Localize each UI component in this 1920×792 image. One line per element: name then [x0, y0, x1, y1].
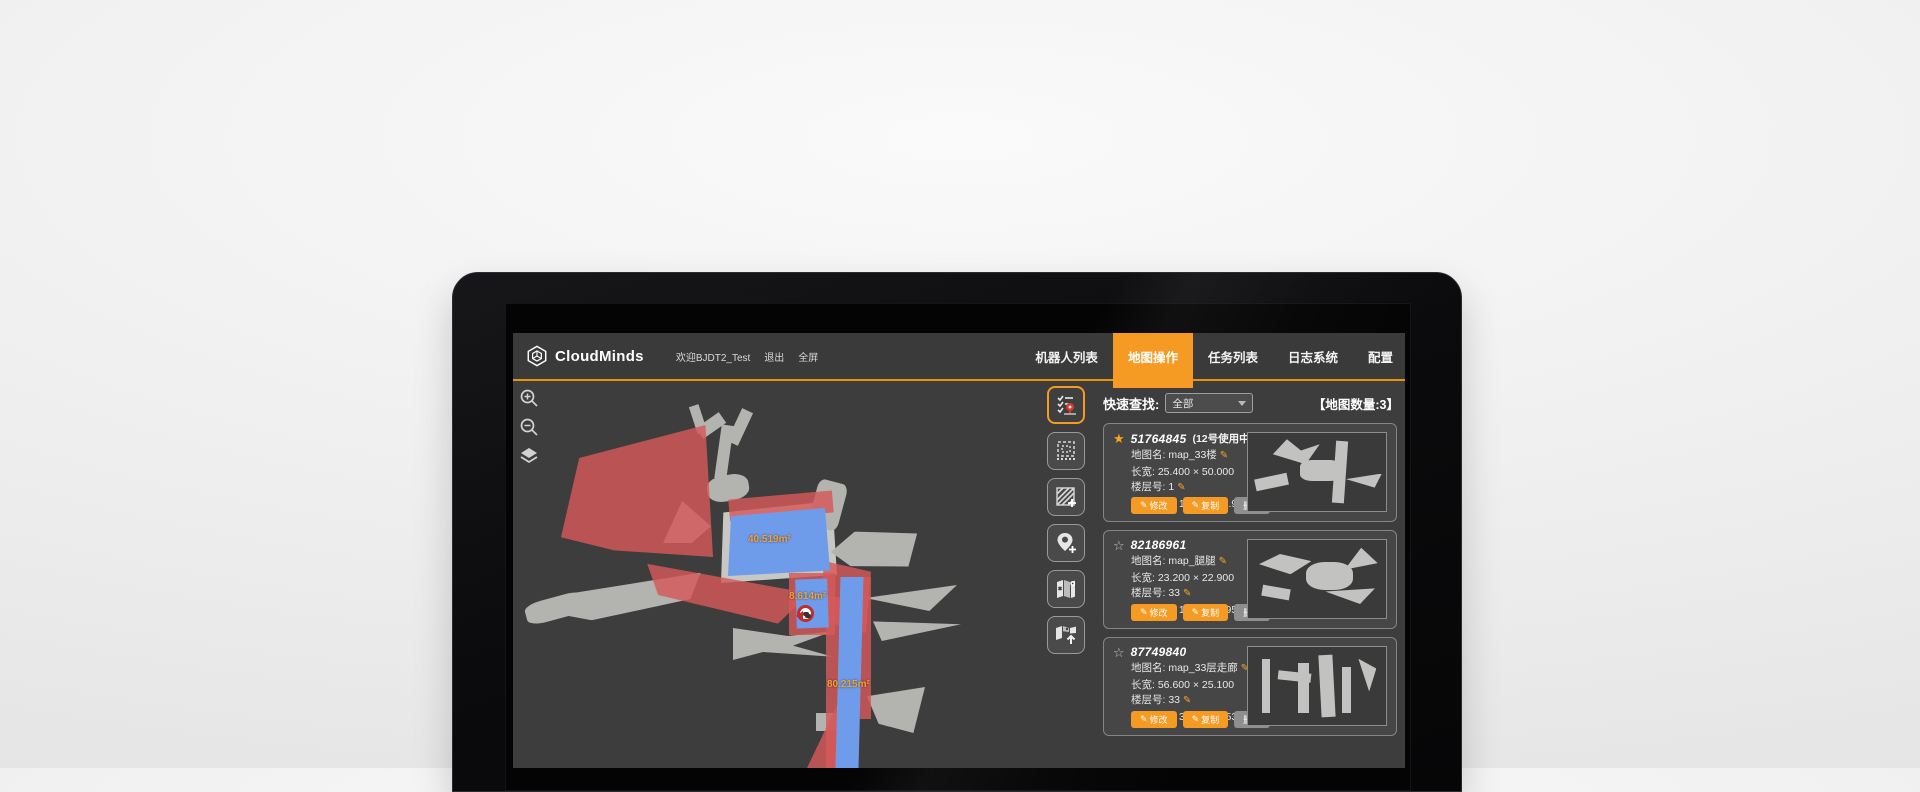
map-card: ★ 51764845 (12号使用中) 地图名: map_33楼 ✎ 长宽: 25… [1103, 423, 1397, 522]
map-id: 82186961 [1131, 538, 1187, 552]
map-wall [873, 613, 961, 641]
tab-robot-list[interactable]: 机器人列表 [1020, 333, 1113, 380]
map-toolbar [1047, 386, 1085, 654]
tool-location-pin-add[interactable] [1047, 524, 1085, 562]
pencil-icon: ✎ [1140, 607, 1148, 618]
copy-map-button[interactable]: ✎复制 [1183, 497, 1229, 514]
restricted-zone [561, 425, 713, 557]
copy-map-button[interactable]: ✎复制 [1183, 604, 1229, 621]
tool-marquee-select[interactable] [1047, 432, 1085, 470]
map-card: ☆ 82186961 地图名: map_腿腿 ✎ 长宽: 23.200 × 22.… [1103, 530, 1397, 629]
cloudminds-hexcube-icon [526, 345, 548, 367]
map-size: 25.400 × 50.000 [1158, 466, 1234, 478]
map-name: map_33层走廊 [1168, 662, 1237, 674]
brand-name: CloudMinds [555, 348, 644, 365]
edit-floor-icon[interactable]: ✎ [1183, 695, 1191, 706]
map-id: 87749840 [1131, 645, 1187, 659]
hatch-region-add-icon [1054, 485, 1078, 509]
corridor-area [835, 577, 863, 768]
room-area-label: 40.519m² [748, 534, 791, 545]
field-label: 长宽: [1131, 679, 1155, 691]
tool-hatch-region-add[interactable] [1047, 478, 1085, 516]
zoom-in-icon[interactable] [519, 388, 539, 408]
map-wall [867, 687, 925, 733]
map-status: (12号使用中) [1192, 431, 1253, 446]
map-name: map_33楼 [1168, 449, 1216, 461]
tab-configuration[interactable]: 配置 [1353, 333, 1405, 380]
copy-map-button[interactable]: ✎复制 [1183, 711, 1229, 728]
tab-map-operations[interactable]: 地图操作 [1113, 333, 1193, 388]
chevron-down-icon [1238, 401, 1246, 410]
top-navbar: CloudMinds 欢迎BJDT2_Test 退出 全屏 机器人列表 地图操作… [513, 333, 1405, 381]
quick-find-row: 快速查找: 全部 【地图数量:3】 [1103, 389, 1399, 417]
room-area-small [795, 578, 829, 628]
logout-link[interactable]: 退出 [764, 349, 784, 364]
pencil-icon: ✎ [1192, 607, 1200, 618]
edit-name-icon[interactable]: ✎ [1219, 556, 1227, 567]
user-session-group: 欢迎BJDT2_Test 退出 全屏 [676, 349, 818, 364]
map-thumbnail[interactable] [1247, 539, 1387, 619]
edit-map-button[interactable]: ✎修改 [1131, 711, 1177, 728]
map-wall [865, 585, 957, 611]
field-label: 长宽: [1131, 572, 1155, 584]
marquee-select-icon [1054, 439, 1078, 463]
field-label: 楼层号: [1131, 587, 1165, 599]
pencil-icon: ✎ [1192, 714, 1200, 725]
edit-name-icon[interactable]: ✎ [1220, 450, 1228, 461]
map-count-badge: 【地图数量:3】 [1313, 394, 1399, 413]
edit-floor-icon[interactable]: ✎ [1183, 588, 1191, 599]
map-size: 56.600 × 25.100 [1158, 679, 1234, 691]
field-label: 楼层号: [1131, 481, 1165, 493]
map-remove-icon [1054, 577, 1078, 601]
tool-task-checklist-pin[interactable] [1047, 386, 1085, 424]
map-card: ☆ 87749840 地图名: map_33层走廊 ✎ 长宽: 56.600 × … [1103, 637, 1397, 736]
field-label: 地图名: [1131, 662, 1165, 674]
location-pin-add-icon [1054, 531, 1078, 555]
map-floor: 33 [1168, 694, 1180, 706]
tool-map-remove[interactable] [1047, 570, 1085, 608]
task-checklist-pin-icon [1054, 393, 1078, 417]
layers-icon[interactable] [519, 446, 539, 466]
map-name: map_腿腿 [1168, 555, 1215, 567]
room-area-label: 8.614m² [789, 591, 826, 602]
map-thumbnail[interactable] [1247, 646, 1387, 726]
restricted-zone [807, 701, 839, 768]
favorite-star-icon[interactable]: ☆ [1113, 539, 1125, 552]
edit-floor-icon[interactable]: ✎ [1177, 482, 1185, 493]
field-label: 长宽: [1131, 466, 1155, 478]
tab-log-system[interactable]: 日志系统 [1273, 333, 1353, 380]
map-thumbnail[interactable] [1247, 432, 1387, 512]
corridor-area-label: 80.215m² [827, 679, 870, 690]
favorite-star-icon[interactable]: ★ [1113, 432, 1125, 445]
pencil-icon: ✎ [1140, 714, 1148, 725]
app-window: CloudMinds 欢迎BJDT2_Test 退出 全屏 机器人列表 地图操作… [513, 333, 1405, 768]
pencil-icon: ✎ [1192, 500, 1200, 511]
zoom-out-icon[interactable] [519, 417, 539, 437]
robot-position-marker [797, 605, 814, 622]
quick-find-selected-value: 全部 [1172, 396, 1193, 411]
field-label: 楼层号: [1131, 694, 1165, 706]
nav-tabs: 机器人列表 地图操作 任务列表 日志系统 配置 [1020, 333, 1405, 380]
fullscreen-link[interactable]: 全屏 [798, 349, 818, 364]
pencil-icon: ✎ [1140, 500, 1148, 511]
edit-map-button[interactable]: ✎修改 [1131, 604, 1177, 621]
map-controls [519, 388, 539, 466]
map-floor: 33 [1168, 587, 1180, 599]
tool-map-upload[interactable] [1047, 616, 1085, 654]
map-id: 51764845 [1131, 432, 1187, 446]
quick-find-select[interactable]: 全部 [1165, 393, 1253, 413]
map-upload-icon [1054, 623, 1078, 647]
brand-logo: CloudMinds [513, 345, 658, 367]
field-label: 地图名: [1131, 449, 1165, 461]
welcome-text: 欢迎BJDT2_Test [676, 349, 750, 364]
field-label: 地图名: [1131, 555, 1165, 567]
map-list-panel: 快速查找: 全部 【地图数量:3】 ★ 51764845 (12号使用中) 地图… [1099, 383, 1405, 768]
map-wall [523, 589, 589, 626]
map-size: 23.200 × 22.900 [1158, 572, 1234, 584]
map-floor: 1 [1168, 481, 1174, 493]
tab-task-list[interactable]: 任务列表 [1193, 333, 1273, 380]
edit-map-button[interactable]: ✎修改 [1131, 497, 1177, 514]
quick-find-label: 快速查找: [1103, 394, 1159, 413]
favorite-star-icon[interactable]: ☆ [1113, 646, 1125, 659]
